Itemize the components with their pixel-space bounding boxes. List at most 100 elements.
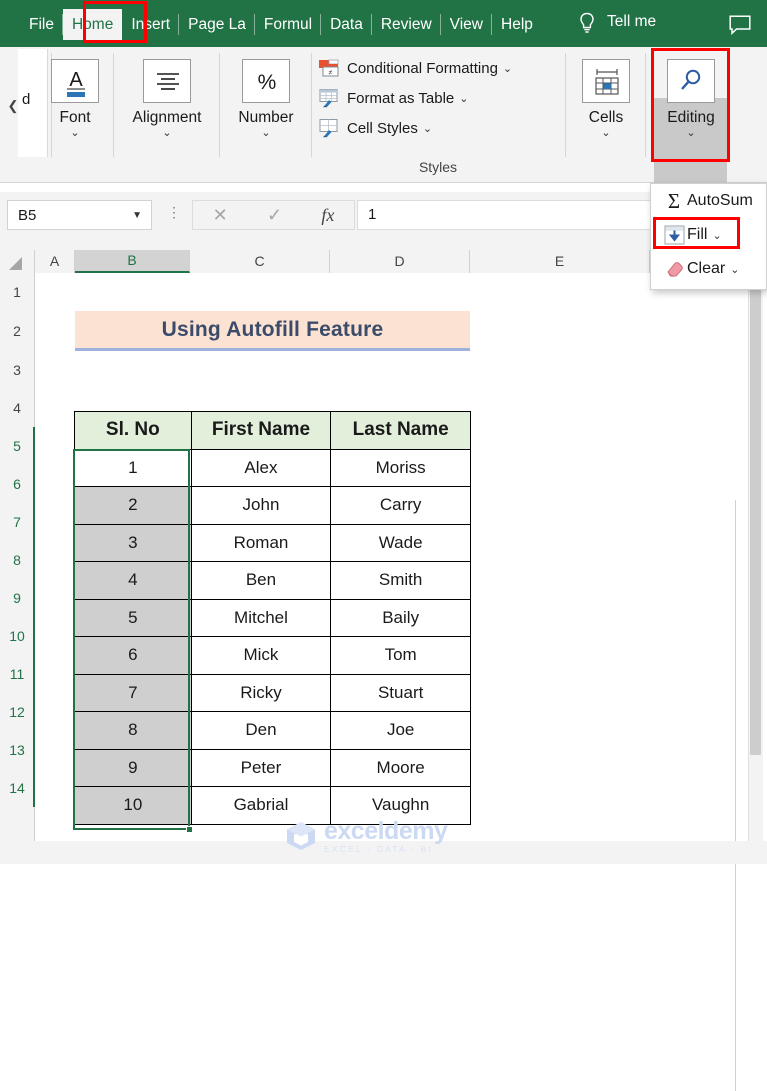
- vertical-scrollbar-thumb[interactable]: [750, 275, 761, 755]
- menu-item-fill[interactable]: Fill ⌄: [651, 218, 766, 252]
- ribbon-tab-home[interactable]: Home: [62, 9, 123, 40]
- more-options-icon[interactable]: ⋮: [167, 204, 181, 226]
- fill-handle[interactable]: [186, 826, 193, 833]
- comment-icon[interactable]: [729, 15, 751, 35]
- column-header-b[interactable]: B: [75, 250, 190, 273]
- table-cell[interactable]: Moore: [330, 748, 471, 787]
- table-header-cell[interactable]: Sl. No: [74, 411, 192, 450]
- row-header-2[interactable]: 2: [0, 311, 34, 351]
- row-header-10[interactable]: 10: [0, 617, 34, 655]
- row-header-4[interactable]: 4: [0, 389, 34, 427]
- table-cell[interactable]: John: [190, 486, 332, 525]
- table-cell[interactable]: Moriss: [330, 448, 471, 487]
- ribbon-tab-view[interactable]: View: [441, 9, 493, 40]
- table-cell[interactable]: Peter: [190, 748, 332, 787]
- cells-group-button[interactable]: Cells ⌄: [568, 59, 644, 139]
- table-header-cell[interactable]: Last Name: [330, 411, 471, 450]
- column-header-e[interactable]: E: [470, 250, 650, 273]
- column-header-c[interactable]: C: [190, 250, 330, 273]
- table-cell[interactable]: Mitchel: [190, 598, 332, 637]
- styles-item-format-as-table[interactable]: Format as Table ⌄: [318, 83, 558, 113]
- ribbon-tab-insert[interactable]: Insert: [122, 9, 179, 40]
- selected-cell[interactable]: 6: [74, 636, 192, 675]
- row-header-13[interactable]: 13: [0, 731, 34, 769]
- selected-cell[interactable]: 8: [74, 711, 192, 750]
- select-all-button[interactable]: [0, 250, 35, 273]
- ribbon-tab-review[interactable]: Review: [372, 9, 441, 40]
- cancel-icon[interactable]: ✕: [213, 205, 228, 226]
- selected-cell[interactable]: 10: [74, 786, 192, 825]
- table-header-cell[interactable]: First Name: [190, 411, 332, 450]
- editing-group-button[interactable]: Editing ⌄: [645, 59, 737, 139]
- table-cell[interactable]: Ben: [190, 561, 332, 600]
- table-cell[interactable]: Wade: [330, 523, 471, 562]
- table-cell[interactable]: Stuart: [330, 673, 471, 712]
- chevron-down-icon[interactable]: ⌄: [459, 92, 468, 105]
- row-header-12[interactable]: 12: [0, 693, 34, 731]
- menu-item-clear[interactable]: Clear ⌄: [651, 252, 766, 286]
- row-header-1[interactable]: 1: [0, 273, 34, 311]
- number-group-label: Number: [238, 109, 294, 126]
- row-header-6[interactable]: 6: [0, 465, 34, 503]
- chevron-down-icon[interactable]: ▼: [132, 210, 151, 221]
- column-header-d[interactable]: D: [330, 250, 470, 273]
- row-header-9[interactable]: 9: [0, 579, 34, 617]
- cells-group-label: Cells: [588, 109, 624, 126]
- row-header-11[interactable]: 11: [0, 655, 34, 693]
- tell-me-label[interactable]: Tell me: [607, 13, 656, 31]
- number-group-button[interactable]: % Number ⌄: [220, 59, 312, 139]
- insert-function-icon[interactable]: fx: [321, 205, 334, 226]
- row-header-14[interactable]: 14: [0, 769, 34, 807]
- table-cell[interactable]: Alex: [190, 448, 332, 487]
- styles-group: ≠ Conditional Formatting ⌄ Format as Table ⌄…: [318, 53, 558, 143]
- row-header-7[interactable]: 7: [0, 503, 34, 541]
- column-header-a[interactable]: A: [35, 250, 75, 273]
- menu-item-autosum[interactable]: Σ AutoSum: [651, 184, 766, 218]
- selected-cell[interactable]: 4: [74, 561, 192, 600]
- table-row: 2 John Carry: [74, 486, 471, 525]
- styles-item-cell-styles[interactable]: Cell Styles ⌄: [318, 113, 558, 143]
- ribbon-tab-page-la[interactable]: Page La: [179, 9, 255, 40]
- chevron-down-icon[interactable]: ⌄: [568, 128, 644, 139]
- enter-icon[interactable]: ✓: [267, 205, 282, 226]
- selected-cell[interactable]: 7: [74, 673, 192, 712]
- ribbon-tab-file[interactable]: File: [20, 9, 63, 40]
- table-cell[interactable]: Baily: [330, 598, 471, 637]
- ribbon-tab-bar: File Home Insert Page La Formul Data Review Vie…: [0, 0, 767, 47]
- chevron-down-icon[interactable]: ⌄: [712, 229, 721, 242]
- row-header-8[interactable]: 8: [0, 541, 34, 579]
- styles-item-conditional-formatting[interactable]: ≠ Conditional Formatting ⌄: [318, 53, 558, 83]
- font-group-button[interactable]: A Font ⌄: [29, 59, 121, 139]
- active-cell[interactable]: 1: [74, 448, 192, 487]
- selected-cell[interactable]: 5: [74, 598, 192, 637]
- table-cell[interactable]: Mick: [190, 636, 332, 675]
- table-cell[interactable]: Joe: [330, 711, 471, 750]
- table-cell[interactable]: Smith: [330, 561, 471, 600]
- table-cell[interactable]: Den: [190, 711, 332, 750]
- chevron-down-icon[interactable]: ⌄: [29, 128, 121, 139]
- table-cell[interactable]: Carry: [330, 486, 471, 525]
- chevron-down-icon[interactable]: ⌄: [645, 128, 737, 139]
- ribbon-tab-help[interactable]: Help: [492, 9, 542, 40]
- chevron-down-icon[interactable]: ⌄: [121, 128, 213, 139]
- selected-cell[interactable]: 9: [74, 748, 192, 787]
- table-cell[interactable]: Tom: [330, 636, 471, 675]
- svg-text:≠: ≠: [329, 70, 333, 77]
- ribbon-tab-data[interactable]: Data: [321, 9, 372, 40]
- chevron-down-icon[interactable]: ⌄: [730, 263, 739, 276]
- chevron-down-icon[interactable]: ⌄: [503, 62, 512, 75]
- chevron-down-icon[interactable]: ⌄: [220, 128, 312, 139]
- row-header-3[interactable]: 3: [0, 351, 34, 389]
- ribbon-tab-formul[interactable]: Formul: [255, 9, 322, 40]
- selected-cell[interactable]: 3: [74, 523, 192, 562]
- ribbon-tabs: File Home Insert Page La Formul Data Review Vie…: [20, 9, 542, 40]
- selected-cell[interactable]: 2: [74, 486, 192, 525]
- table-cell[interactable]: Roman: [190, 523, 332, 562]
- merged-title-cell[interactable]: Using Autofill Feature: [75, 311, 470, 351]
- table-cell[interactable]: Ricky: [190, 673, 332, 712]
- lightbulb-icon[interactable]: [578, 12, 596, 36]
- row-header-5[interactable]: 5: [0, 427, 34, 465]
- chevron-down-icon[interactable]: ⌄: [423, 122, 432, 135]
- alignment-group-button[interactable]: Alignment ⌄: [121, 59, 213, 139]
- name-box[interactable]: B5 ▼: [7, 200, 152, 230]
